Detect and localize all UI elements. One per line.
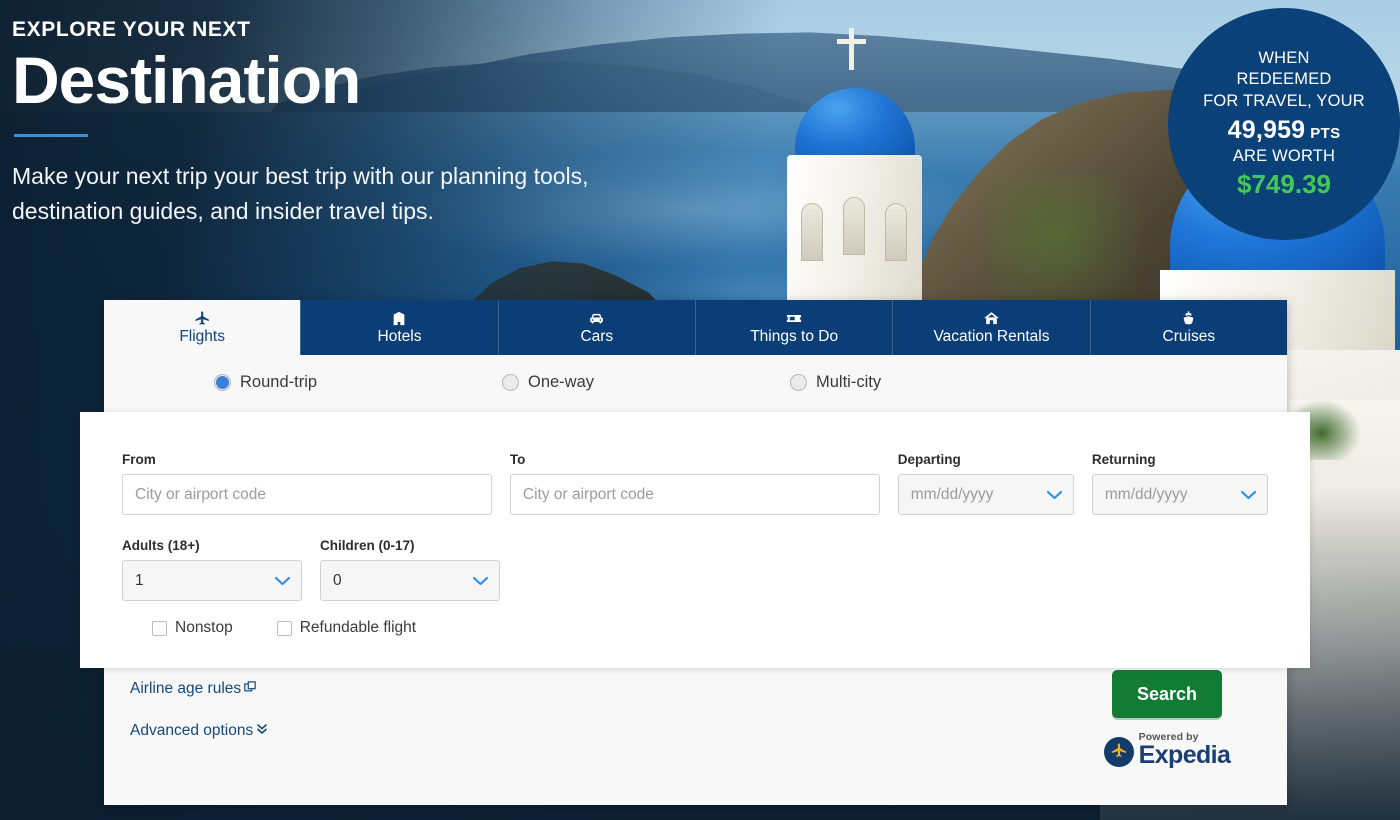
adults-label: Adults (18+) bbox=[122, 538, 200, 553]
departing-value: mm/dd/yyyy bbox=[897, 474, 1074, 515]
ship-icon bbox=[1180, 310, 1197, 327]
radio-one-way[interactable]: One-way bbox=[502, 373, 790, 392]
radio-indicator bbox=[502, 373, 519, 391]
provider-name: Expedia bbox=[1138, 740, 1231, 769]
to-input[interactable] bbox=[509, 474, 880, 515]
tower-arch bbox=[843, 197, 865, 255]
building-icon bbox=[391, 310, 407, 327]
trip-type-radio-group: Round-trip One-way Multi-city bbox=[104, 355, 1287, 409]
checkbox-label: Nonstop bbox=[175, 619, 233, 636]
search-area: Search Powered by Expedia bbox=[1047, 670, 1287, 768]
from-field-group: From bbox=[122, 452, 492, 515]
checkbox-indicator bbox=[152, 620, 167, 636]
children-field-group: Children (0-17) 0 bbox=[320, 538, 500, 601]
advanced-options-link[interactable]: Advanced options bbox=[130, 722, 268, 740]
departing-label: Departing bbox=[897, 452, 961, 467]
adults-value: 1 bbox=[122, 560, 302, 601]
returning-label: Returning bbox=[1091, 452, 1156, 467]
badge-points-value: 49,959 bbox=[1227, 115, 1306, 144]
church-cross bbox=[837, 28, 866, 70]
double-chevron-down-icon bbox=[256, 722, 268, 740]
expedia-wordmark: Powered by Expedia bbox=[1139, 732, 1231, 767]
tab-cruises[interactable]: Cruises bbox=[1090, 300, 1287, 355]
returning-value: mm/dd/yyyy bbox=[1091, 474, 1268, 515]
tab-things-to-do[interactable]: Things to Do bbox=[695, 300, 894, 355]
badge-points-unit: PTS bbox=[1310, 124, 1341, 142]
children-select[interactable]: 0 bbox=[320, 560, 500, 601]
from-input[interactable] bbox=[122, 474, 492, 515]
search-button[interactable]: Search bbox=[1112, 670, 1222, 718]
link-label: Advanced options bbox=[130, 722, 254, 739]
children-value: 0 bbox=[320, 560, 500, 601]
returning-picker[interactable]: mm/dd/yyyy bbox=[1091, 474, 1268, 515]
tab-vacation-rentals[interactable]: Vacation Rentals bbox=[893, 300, 1091, 355]
form-row-locations-dates: From To Departing mm/dd/yyyy Returning bbox=[122, 452, 1268, 515]
checkbox-indicator bbox=[276, 620, 292, 636]
nonstop-checkbox-option[interactable]: Nonstop bbox=[152, 619, 233, 637]
adults-select[interactable]: 1 bbox=[122, 560, 302, 601]
departing-picker[interactable]: mm/dd/yyyy bbox=[897, 474, 1074, 515]
radio-label: Round-trip bbox=[240, 372, 318, 391]
flight-options-checkboxes: Nonstop Refundable flight bbox=[122, 619, 1268, 637]
radio-multi-city[interactable]: Multi-city bbox=[790, 373, 1078, 392]
form-row-passengers: Adults (18+) 1 Children (0-17) 0 bbox=[122, 538, 1268, 601]
hero-headline: Destination bbox=[12, 43, 361, 118]
tab-label: Vacation Rentals bbox=[933, 327, 1050, 345]
refundable-checkbox-option[interactable]: Refundable flight bbox=[276, 619, 417, 637]
radio-label: One-way bbox=[528, 372, 595, 391]
radio-indicator bbox=[214, 373, 231, 391]
tab-hotels[interactable]: Hotels bbox=[301, 300, 499, 355]
checkbox-label: Refundable flight bbox=[299, 619, 417, 636]
airplane-icon bbox=[193, 310, 212, 327]
tab-flights[interactable]: Flights bbox=[104, 300, 302, 355]
badge-line-1: WHEN bbox=[1258, 49, 1310, 68]
badge-cash-value: $749.39 bbox=[1237, 168, 1331, 199]
airline-age-rules-link[interactable]: Airline age rules bbox=[130, 680, 256, 698]
children-label: Children (0-17) bbox=[320, 538, 415, 553]
link-label: Airline age rules bbox=[130, 680, 242, 697]
points-value-badge: WHEN REDEEMED FOR TRAVEL, YOUR 49,959 PT… bbox=[1168, 8, 1400, 240]
tab-label: Cars bbox=[580, 327, 614, 345]
hero-text-block: EXPLORE YOUR NEXT Destination Make your … bbox=[12, 18, 712, 228]
tab-label: Hotels bbox=[377, 327, 422, 345]
adults-field-group: Adults (18+) 1 bbox=[122, 538, 302, 601]
badge-line-4: ARE WORTH bbox=[1232, 146, 1336, 165]
returning-field-group: Returning mm/dd/yyyy bbox=[1091, 452, 1268, 515]
product-tab-bar: Flights Hotels Cars Things to Do Vacatio… bbox=[104, 300, 1287, 355]
hero-subcopy: Make your next trip your best trip with … bbox=[12, 163, 589, 224]
badge-line-2: REDEEMED bbox=[1236, 70, 1332, 89]
tab-label: Things to Do bbox=[750, 327, 839, 345]
to-label: To bbox=[509, 452, 526, 467]
expedia-logo-icon bbox=[1103, 737, 1134, 768]
radio-round-trip[interactable]: Round-trip bbox=[214, 373, 502, 392]
radio-label: Multi-city bbox=[816, 372, 882, 391]
hero-divider-rule bbox=[14, 134, 88, 138]
departing-field-group: Departing mm/dd/yyyy bbox=[897, 452, 1074, 515]
badge-points-row: 49,959 PTS bbox=[1228, 116, 1341, 145]
powered-by-expedia: Powered by Expedia bbox=[1103, 732, 1231, 768]
car-icon bbox=[586, 310, 607, 327]
page-root: EXPLORE YOUR NEXT Destination Make your … bbox=[0, 0, 1400, 820]
hero-eyebrow: EXPLORE YOUR NEXT bbox=[12, 18, 251, 41]
tower-arch bbox=[885, 203, 907, 261]
house-icon bbox=[982, 310, 1001, 327]
tab-label: Cruises bbox=[1162, 327, 1216, 345]
from-label: From bbox=[122, 452, 156, 467]
flight-search-form: From To Departing mm/dd/yyyy Returning bbox=[80, 412, 1310, 668]
tab-label: Flights bbox=[179, 327, 225, 345]
tab-cars[interactable]: Cars bbox=[498, 300, 696, 355]
badge-line-3: FOR TRAVEL, YOUR bbox=[1203, 91, 1365, 110]
external-link-icon bbox=[244, 680, 256, 698]
radio-indicator bbox=[790, 373, 807, 391]
to-field-group: To bbox=[509, 452, 880, 515]
ticket-icon bbox=[784, 310, 804, 327]
